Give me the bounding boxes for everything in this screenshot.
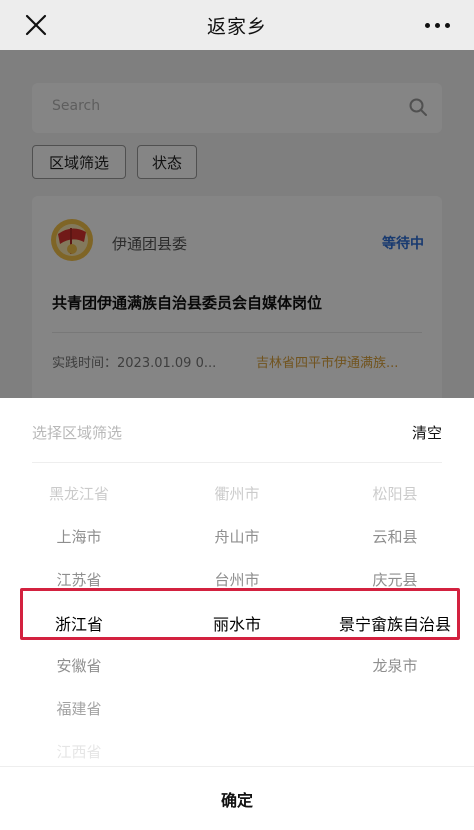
county-picker-column[interactable]: 松阳县 云和县 庆元县 景宁畲族自治县 龙泉市 bbox=[316, 472, 474, 687]
picker-option[interactable]: 江苏省 bbox=[0, 558, 158, 601]
picker-option[interactable]: 龙泉市 bbox=[316, 644, 474, 687]
top-bar: 返家乡 bbox=[0, 0, 474, 50]
picker-option[interactable]: 舟山市 bbox=[158, 515, 316, 558]
region-picker-sheet: 选择区域筛选 清空 黑龙江省 上海市 江苏省 浙江省 安徽省 福建省 江西省 衢… bbox=[0, 398, 474, 830]
confirm-button[interactable]: 确定 bbox=[0, 766, 474, 830]
page-title: 返家乡 bbox=[206, 15, 267, 38]
divider bbox=[32, 462, 442, 463]
province-picker-column[interactable]: 黑龙江省 上海市 江苏省 浙江省 安徽省 福建省 江西省 bbox=[0, 472, 158, 773]
picker-option[interactable]: 安徽省 bbox=[0, 644, 158, 687]
clear-button[interactable]: 清空 bbox=[412, 422, 442, 443]
picker-option[interactable]: 黑龙江省 bbox=[0, 472, 158, 515]
picker-option-selected[interactable]: 浙江省 bbox=[0, 601, 158, 644]
picker-option[interactable]: 上海市 bbox=[0, 515, 158, 558]
picker-option[interactable]: 松阳县 bbox=[316, 472, 474, 515]
picker-option[interactable]: 云和县 bbox=[316, 515, 474, 558]
more-icon[interactable] bbox=[420, 12, 454, 38]
modal-overlay[interactable] bbox=[0, 50, 474, 398]
close-icon[interactable] bbox=[22, 11, 50, 39]
picker-option[interactable]: 台州市 bbox=[158, 558, 316, 601]
picker-option[interactable]: 福建省 bbox=[0, 687, 158, 730]
city-picker-column[interactable]: 衢州市 舟山市 台州市 丽水市 bbox=[158, 472, 316, 644]
picker-option-selected[interactable]: 景宁畲族自治县 bbox=[316, 601, 474, 644]
picker-option-selected[interactable]: 丽水市 bbox=[158, 601, 316, 644]
picker-option[interactable]: 庆元县 bbox=[316, 558, 474, 601]
picker-option[interactable]: 衢州市 bbox=[158, 472, 316, 515]
sheet-title: 选择区域筛选 bbox=[32, 424, 123, 442]
